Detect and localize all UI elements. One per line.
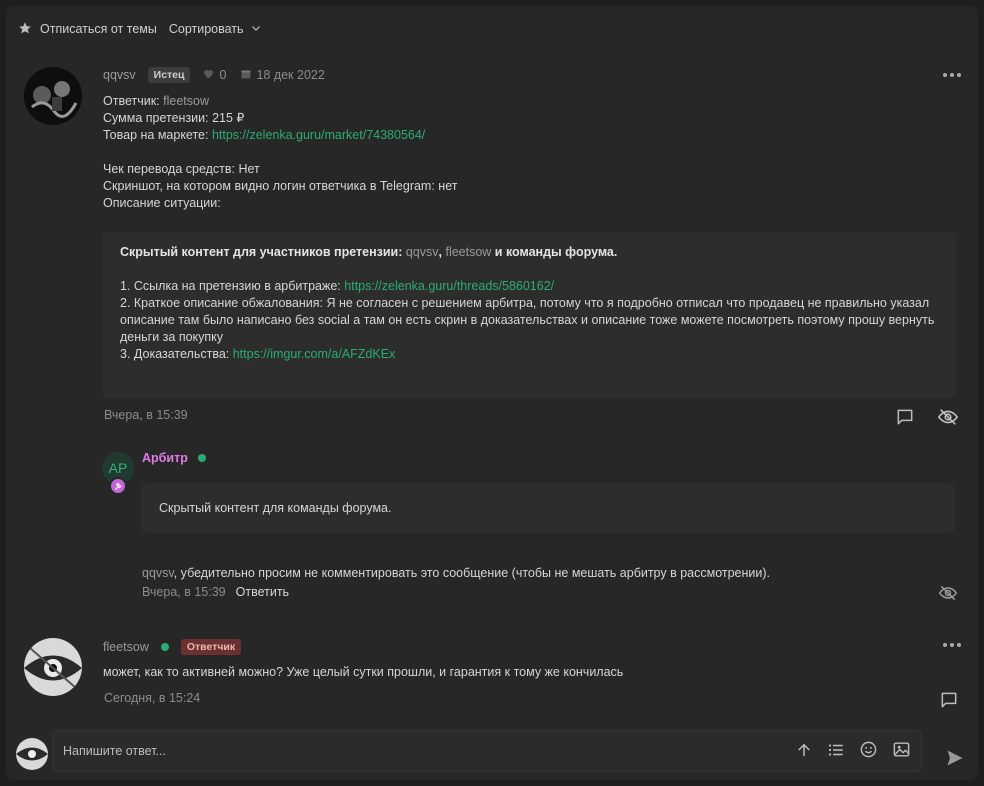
claim-link-label: 1. Ссылка на претензию в арбитраже: xyxy=(120,279,345,293)
hidden-content-box: Скрытый контент для участников претензии… xyxy=(102,232,956,398)
evidence-label: 3. Доказательства: xyxy=(120,347,233,361)
evidence-link[interactable]: https://imgur.com/a/AFZdKEx xyxy=(233,347,396,361)
plaintiff-badge: Истец xyxy=(147,67,191,83)
arrow-up-icon[interactable] xyxy=(795,741,813,762)
post2-text: может, как то активней можно? Уже целый … xyxy=(103,665,624,679)
sort-label: Сортировать xyxy=(168,22,244,36)
avatar-qqvsv[interactable] xyxy=(24,67,82,125)
list-icon[interactable] xyxy=(827,741,845,762)
receipt-line: Чек перевода средств: Нет xyxy=(103,162,260,176)
comment-icon[interactable] xyxy=(893,405,917,429)
comment-eye-off-icon[interactable] xyxy=(936,581,960,605)
market-label: Товар на маркете: xyxy=(103,128,212,142)
gavel-icon xyxy=(109,477,127,495)
hidden-nick-qqvsv[interactable]: qqvsv xyxy=(406,245,439,259)
description-line: Описание ситуации: xyxy=(103,196,221,210)
reply-tools xyxy=(795,740,911,762)
post1-date: 18 дек 2022 xyxy=(256,68,325,82)
eye-off-icon[interactable] xyxy=(936,405,960,429)
post2-time: Сегодня, в 15:24 xyxy=(104,691,201,705)
arbiter-note: qqvsv, убедительно просим не комментиров… xyxy=(142,566,770,580)
reply-editor[interactable]: Напишите ответ... xyxy=(52,730,922,772)
claim-link[interactable]: https://zelenka.guru/threads/5860162/ xyxy=(344,279,554,293)
note-text: , убедительно просим не комментировать э… xyxy=(173,566,771,580)
post1-more-icon[interactable] xyxy=(943,73,961,77)
sort-dropdown[interactable]: Сортировать xyxy=(169,22,262,37)
note-nick[interactable]: qqvsv xyxy=(142,566,174,580)
unsubscribe-button[interactable]: Отписаться от темы xyxy=(40,22,157,36)
online-indicator xyxy=(197,454,206,462)
hidden-title-end: и команды форума. xyxy=(491,245,618,259)
star-icon[interactable] xyxy=(18,21,32,38)
thread-toolbar: Отписаться от темы Сортировать xyxy=(18,14,262,44)
post2-meta: fleetsow Ответчик xyxy=(103,638,242,656)
image-icon[interactable] xyxy=(892,740,911,762)
claim-amount: Сумма претензии: 215 ₽ xyxy=(103,111,245,125)
avatar-fleetsow[interactable] xyxy=(24,638,82,696)
appeal-description: 2. Краткое описание обжалования: Я не со… xyxy=(120,296,935,344)
defendant-badge: Ответчик xyxy=(180,639,242,655)
likes-count: 0 xyxy=(219,68,227,82)
post2-comment-icon[interactable] xyxy=(937,688,961,712)
arbiter-hidden-text: Скрытый контент для команды форума. xyxy=(159,501,392,515)
post1-author[interactable]: qqvsv xyxy=(103,68,136,82)
reply-input[interactable]: Напишите ответ... xyxy=(63,744,795,758)
hidden-nick-fleetsow[interactable]: fleetsow xyxy=(445,245,491,259)
post1-time: Вчера, в 15:39 xyxy=(104,408,188,422)
arbiter-author[interactable]: Арбитр xyxy=(142,451,188,465)
post1-body: Ответчик: fleetsow Сумма претензии: 215 … xyxy=(103,93,943,212)
market-link[interactable]: https://zelenka.guru/market/74380564/ xyxy=(212,128,425,142)
post2-more-icon[interactable] xyxy=(943,643,961,647)
emoji-icon[interactable] xyxy=(859,740,878,762)
comment-time: Вчера, в 15:39 xyxy=(142,585,226,599)
calendar-icon xyxy=(240,68,252,83)
comment-footer: Вчера, в 15:39 Ответить xyxy=(142,585,289,599)
arbiter-meta: Арбитр xyxy=(142,451,206,465)
reply-link[interactable]: Ответить xyxy=(236,585,289,599)
screenshot-line: Скриншот, на котором видно логин ответчи… xyxy=(103,179,458,193)
post2-author[interactable]: fleetsow xyxy=(103,640,149,654)
online-indicator-post2 xyxy=(160,643,169,651)
respondent-label: Ответчик: xyxy=(103,94,164,108)
hidden-title: Скрытый контент для участников претензии… xyxy=(120,245,406,259)
heart-icon[interactable] xyxy=(202,67,215,83)
chevron-down-icon xyxy=(250,22,262,37)
respondent-link[interactable]: fleetsow xyxy=(163,94,209,108)
arbiter-hidden-box: Скрытый контент для команды форума. xyxy=(141,483,955,533)
reply-avatar xyxy=(16,738,48,770)
send-icon[interactable] xyxy=(943,746,967,770)
post1-meta: qqvsv Истец 0 18 дек 2022 xyxy=(103,66,325,84)
